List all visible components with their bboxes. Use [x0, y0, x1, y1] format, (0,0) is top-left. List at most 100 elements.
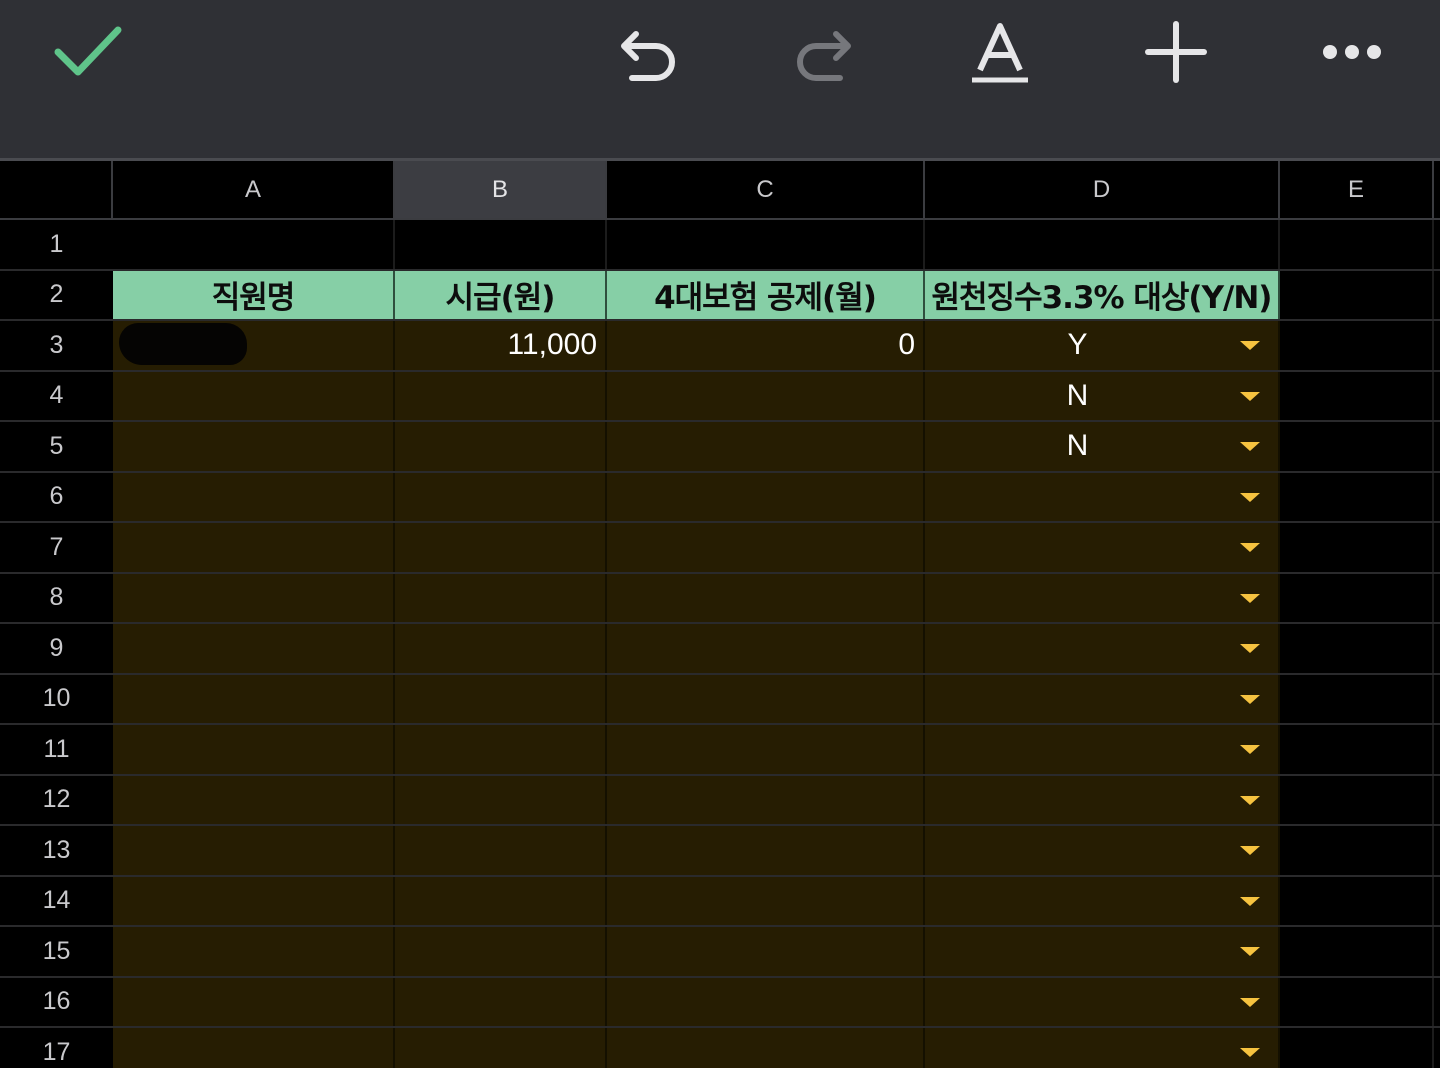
row-header-10[interactable]: 10: [0, 674, 113, 723]
cell-b13[interactable]: [395, 826, 607, 875]
cell-a13[interactable]: [113, 826, 395, 875]
select-all-corner[interactable]: [0, 161, 113, 218]
cell-a1[interactable]: [113, 220, 395, 269]
dropdown-arrow-icon[interactable]: [1240, 745, 1260, 755]
row-header-12[interactable]: 12: [0, 775, 113, 824]
cell-a14[interactable]: [113, 876, 395, 925]
cell-c16[interactable]: [607, 977, 925, 1026]
cell-d1[interactable]: [925, 220, 1280, 269]
row-header-5[interactable]: 5: [0, 422, 113, 471]
cell-e17[interactable]: [1280, 1028, 1434, 1068]
column-header-c[interactable]: C: [607, 161, 925, 218]
cell-b4[interactable]: [395, 371, 607, 420]
cell-b14[interactable]: [395, 876, 607, 925]
column-header-b[interactable]: B: [395, 161, 607, 218]
cell-b9[interactable]: [395, 624, 607, 673]
row-header-8[interactable]: 8: [0, 573, 113, 622]
cell-a3[interactable]: [113, 321, 395, 370]
withholding-dropdown-cell[interactable]: [925, 775, 1280, 824]
cell-e3[interactable]: [1280, 321, 1434, 370]
dropdown-arrow-icon[interactable]: [1240, 593, 1260, 603]
row-header-14[interactable]: 14: [0, 876, 113, 925]
dropdown-arrow-icon[interactable]: [1240, 341, 1260, 351]
row-header-4[interactable]: 4: [0, 371, 113, 420]
withholding-dropdown-cell[interactable]: [925, 1028, 1280, 1068]
header-cell-wage[interactable]: 시급(원): [395, 270, 607, 319]
withholding-dropdown-cell[interactable]: [925, 523, 1280, 572]
cell-c12[interactable]: [607, 775, 925, 824]
row-header-2[interactable]: 2: [0, 270, 113, 319]
cell-b6[interactable]: [395, 472, 607, 521]
row-header-3[interactable]: 3: [0, 321, 113, 370]
cell-c1[interactable]: [607, 220, 925, 269]
cell-e16[interactable]: [1280, 977, 1434, 1026]
withholding-dropdown-cell[interactable]: [925, 977, 1280, 1026]
cell-e8[interactable]: [1280, 573, 1434, 622]
cell-a15[interactable]: [113, 927, 395, 976]
cell-e14[interactable]: [1280, 876, 1434, 925]
cell-c9[interactable]: [607, 624, 925, 673]
cell-c3[interactable]: 0: [607, 321, 925, 370]
cell-b16[interactable]: [395, 977, 607, 1026]
cell-e15[interactable]: [1280, 927, 1434, 976]
insert-button[interactable]: [1136, 14, 1216, 90]
cell-b12[interactable]: [395, 775, 607, 824]
cell-b7[interactable]: [395, 523, 607, 572]
dropdown-arrow-icon[interactable]: [1240, 442, 1260, 452]
cell-a8[interactable]: [113, 573, 395, 622]
withholding-dropdown-cell[interactable]: [925, 674, 1280, 723]
column-header-e[interactable]: E: [1280, 161, 1434, 218]
row-header-11[interactable]: 11: [0, 725, 113, 774]
cell-b1[interactable]: [395, 220, 607, 269]
dropdown-arrow-icon[interactable]: [1240, 997, 1260, 1007]
cell-a4[interactable]: [113, 371, 395, 420]
cell-a9[interactable]: [113, 624, 395, 673]
withholding-dropdown-cell[interactable]: [925, 573, 1280, 622]
cell-c8[interactable]: [607, 573, 925, 622]
dropdown-arrow-icon[interactable]: [1240, 846, 1260, 856]
withholding-dropdown-cell[interactable]: [925, 725, 1280, 774]
header-cell-insurance[interactable]: 4대보험 공제(월): [607, 270, 925, 319]
withholding-dropdown-cell[interactable]: [925, 472, 1280, 521]
dropdown-arrow-icon[interactable]: [1240, 947, 1260, 957]
row-header-9[interactable]: 9: [0, 624, 113, 673]
cell-a16[interactable]: [113, 977, 395, 1026]
withholding-dropdown-cell[interactable]: N: [925, 371, 1280, 420]
row-header-17[interactable]: 17: [0, 1028, 113, 1068]
column-header-d[interactable]: D: [925, 161, 1280, 218]
cell-c7[interactable]: [607, 523, 925, 572]
cell-c13[interactable]: [607, 826, 925, 875]
cell-b10[interactable]: [395, 674, 607, 723]
cell-a6[interactable]: [113, 472, 395, 521]
cell-c14[interactable]: [607, 876, 925, 925]
text-format-button[interactable]: [960, 14, 1040, 90]
dropdown-arrow-icon[interactable]: [1240, 1048, 1260, 1058]
cell-e6[interactable]: [1280, 472, 1434, 521]
undo-button[interactable]: [608, 14, 688, 90]
cell-a7[interactable]: [113, 523, 395, 572]
withholding-dropdown-cell[interactable]: [925, 624, 1280, 673]
row-header-7[interactable]: 7: [0, 523, 113, 572]
cell-e5[interactable]: [1280, 422, 1434, 471]
cell-a12[interactable]: [113, 775, 395, 824]
row-header-6[interactable]: 6: [0, 472, 113, 521]
dropdown-arrow-icon[interactable]: [1240, 543, 1260, 553]
dropdown-arrow-icon[interactable]: [1240, 391, 1260, 401]
dropdown-arrow-icon[interactable]: [1240, 492, 1260, 502]
cell-e10[interactable]: [1280, 674, 1434, 723]
withholding-dropdown-cell[interactable]: [925, 876, 1280, 925]
header-cell-withholding[interactable]: 원천징수3.3% 대상(Y/N): [925, 270, 1280, 319]
cell-c10[interactable]: [607, 674, 925, 723]
row-header-13[interactable]: 13: [0, 826, 113, 875]
cell-e12[interactable]: [1280, 775, 1434, 824]
dropdown-arrow-icon[interactable]: [1240, 644, 1260, 654]
more-options-button[interactable]: [1312, 14, 1392, 90]
header-cell-name[interactable]: 직원명: [113, 270, 395, 319]
row-header-1[interactable]: 1: [0, 220, 113, 269]
column-header-a[interactable]: A: [113, 161, 395, 218]
cell-c4[interactable]: [607, 371, 925, 420]
dropdown-arrow-icon[interactable]: [1240, 694, 1260, 704]
cell-e1[interactable]: [1280, 220, 1434, 269]
cell-e4[interactable]: [1280, 371, 1434, 420]
cell-e11[interactable]: [1280, 725, 1434, 774]
